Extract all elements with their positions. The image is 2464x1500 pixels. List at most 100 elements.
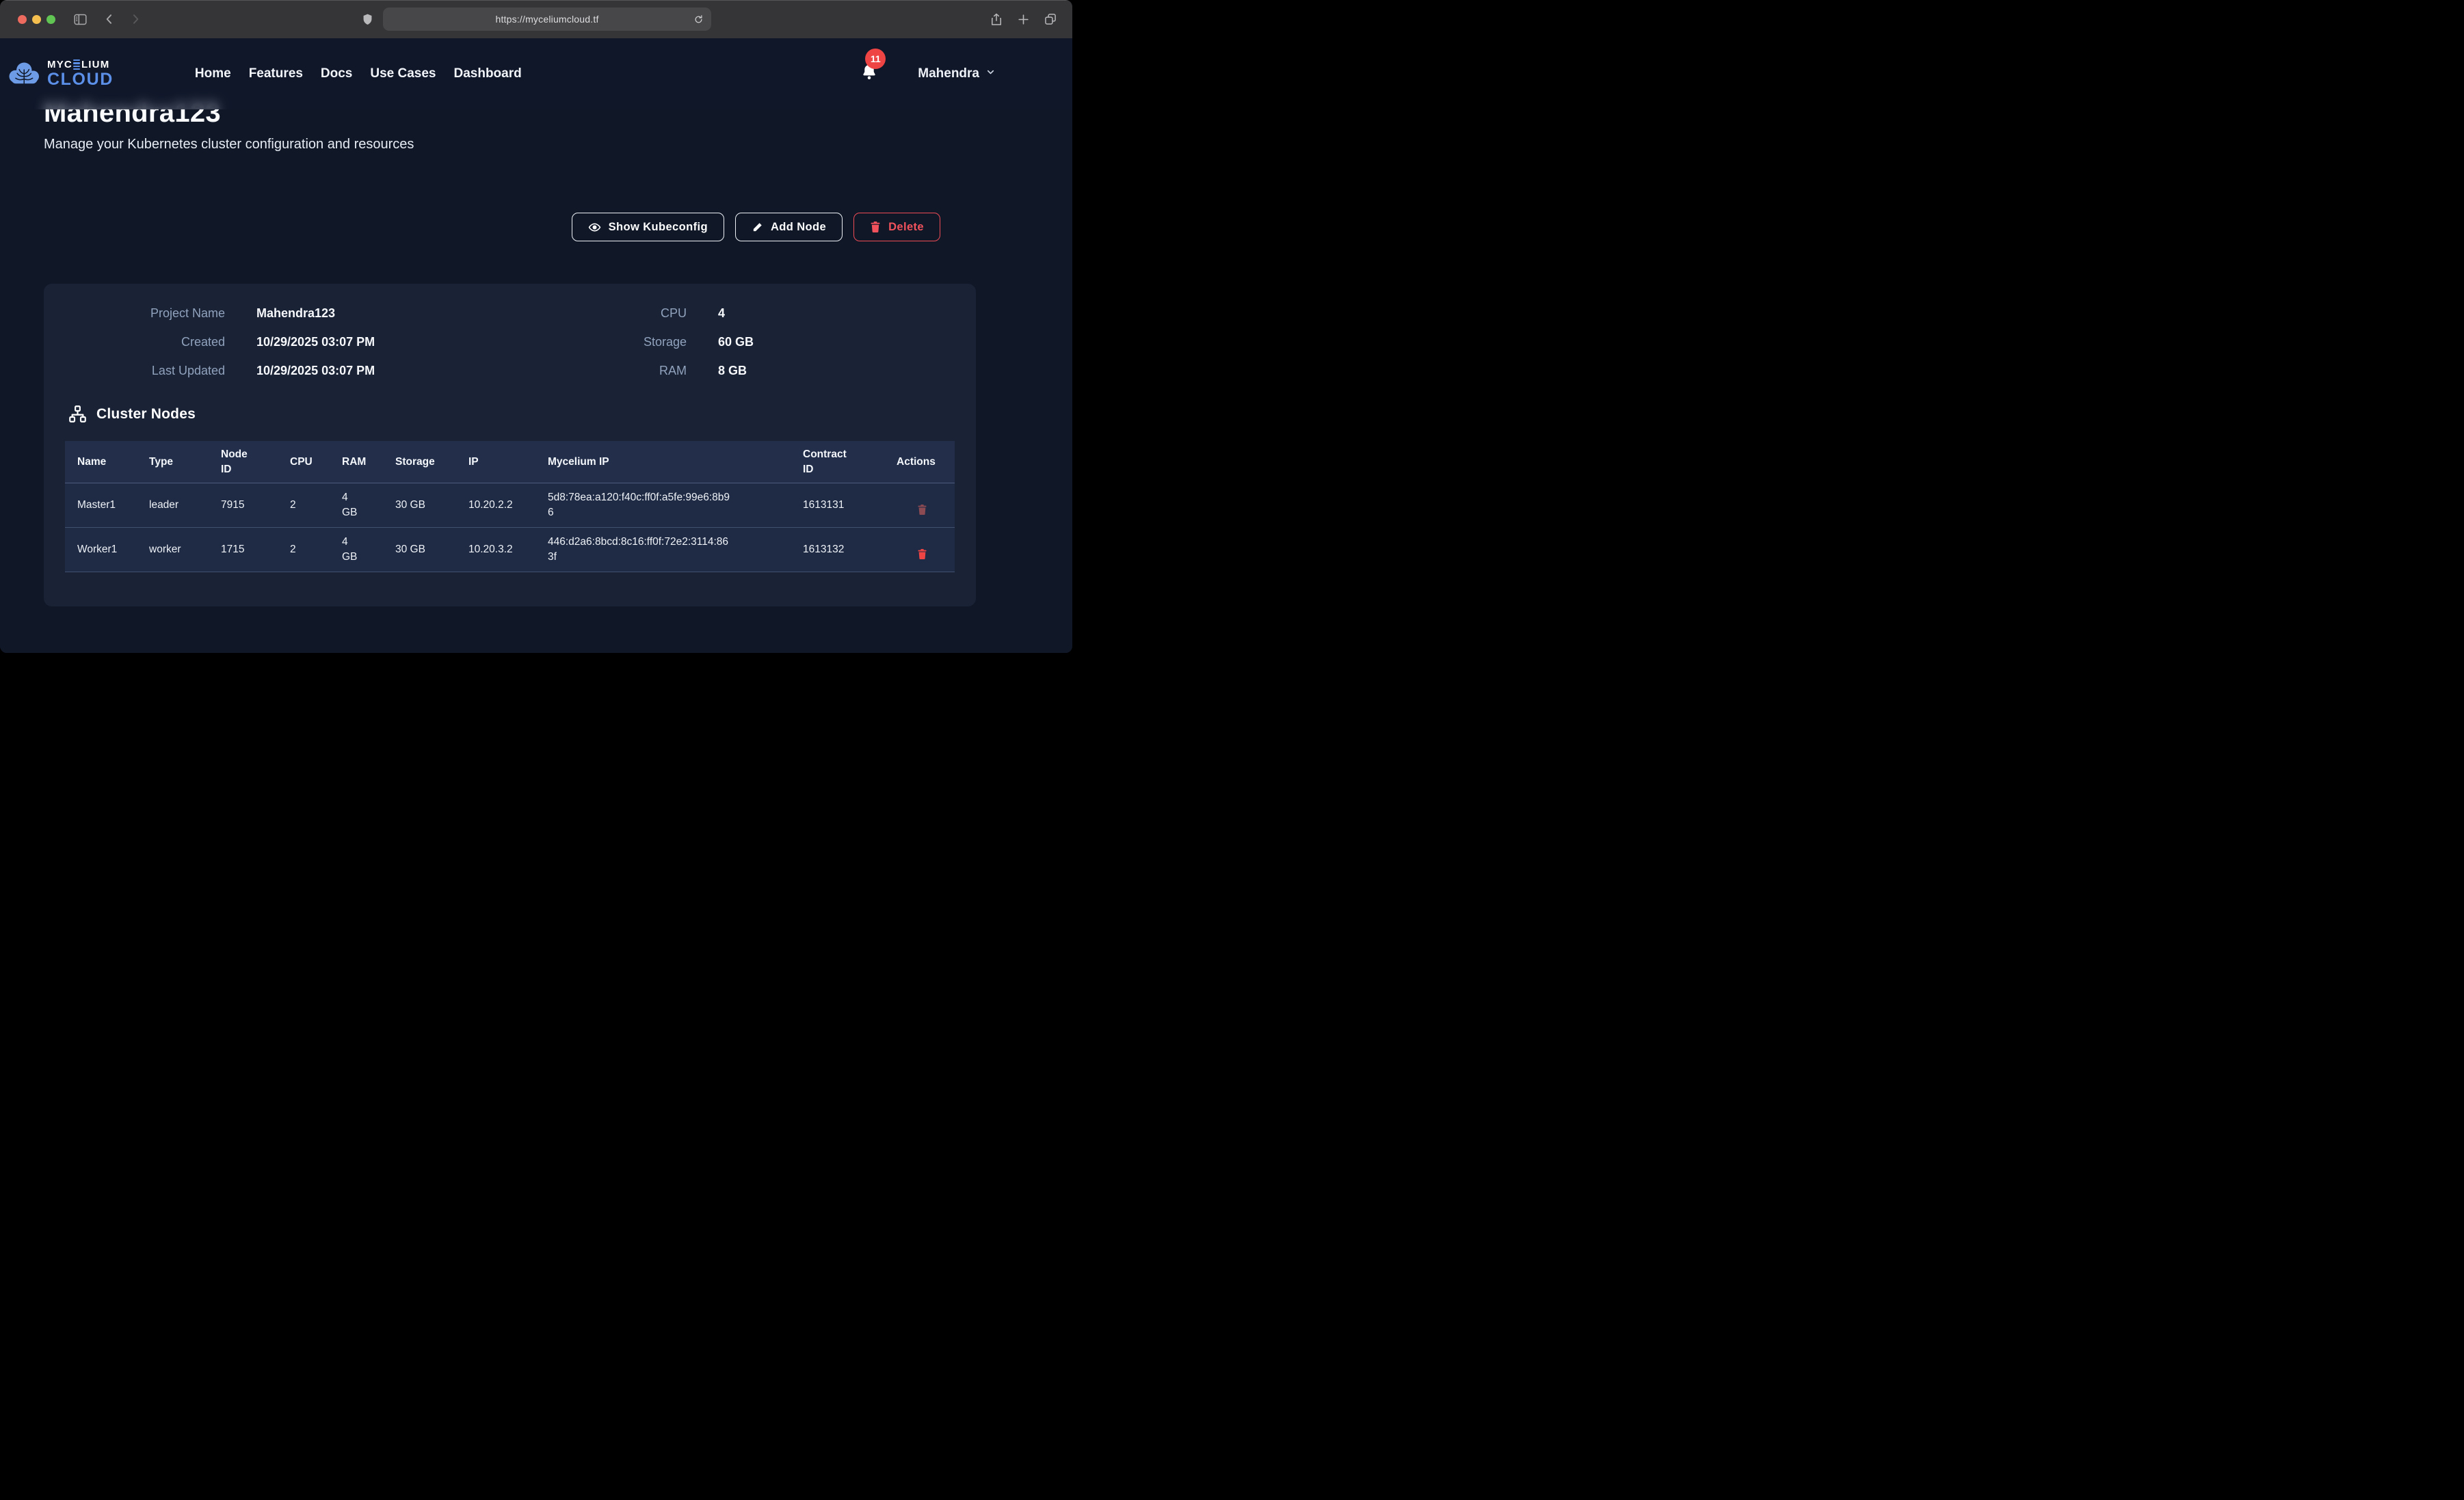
reload-icon[interactable] bbox=[693, 14, 704, 25]
eye-icon bbox=[588, 221, 601, 234]
zoom-window-button[interactable] bbox=[47, 15, 55, 24]
cell-ip: 10.20.3.2 bbox=[456, 528, 535, 572]
cluster-nodes-icon bbox=[68, 405, 87, 423]
last-updated-value: 10/29/2025 03:07 PM bbox=[225, 364, 516, 378]
col-actions: Actions bbox=[884, 441, 955, 483]
cpu-value: 4 bbox=[687, 306, 976, 321]
cell-mycelium-ip: 5d8:78ea:a120:f40c:ff0f:a5fe:99e6:8b9 6 bbox=[535, 483, 791, 527]
cell-contract-id: 1613131 bbox=[791, 483, 884, 527]
delete-label: Delete bbox=[888, 221, 924, 234]
brand-cloud: CLOUD bbox=[47, 71, 114, 88]
cluster-nodes-title: Cluster Nodes bbox=[96, 406, 196, 423]
nav-link-use-cases[interactable]: Use Cases bbox=[370, 66, 436, 81]
col-node-id: Node ID bbox=[209, 441, 278, 483]
storage-value: 60 GB bbox=[687, 335, 976, 349]
trash-icon bbox=[870, 221, 881, 233]
project-name-label: Project Name bbox=[44, 306, 225, 321]
storage-label: Storage bbox=[516, 335, 687, 349]
show-kubeconfig-label: Show Kubeconfig bbox=[609, 221, 708, 234]
last-updated-label: Last Updated bbox=[44, 364, 225, 378]
ram-label: RAM bbox=[516, 364, 687, 378]
chevron-down-icon bbox=[985, 66, 996, 81]
cell-storage: 30 GB bbox=[383, 483, 456, 527]
nav-link-docs[interactable]: Docs bbox=[321, 66, 352, 81]
cpu-label: CPU bbox=[516, 306, 687, 321]
tab-overview-icon[interactable] bbox=[1044, 12, 1057, 27]
brand-lium: LIUM bbox=[81, 59, 109, 70]
cell-name: Worker1 bbox=[65, 528, 137, 572]
notifications-button[interactable]: 11 bbox=[860, 63, 878, 85]
cell-mycelium-ip: 446:d2a6:8bcd:8c16:ff0f:72e2:3114:86 3f bbox=[535, 528, 791, 572]
page-viewport: Mahendra123 Manage your Kubernetes clust… bbox=[0, 38, 1072, 653]
cell-node-id: 1715 bbox=[209, 528, 278, 572]
cluster-actions: Show Kubeconfig Add Node Delete bbox=[0, 213, 940, 241]
cell-contract-id: 1613132 bbox=[791, 528, 884, 572]
user-menu[interactable]: Mahendra bbox=[918, 66, 996, 81]
project-name-value: Mahendra123 bbox=[225, 306, 516, 321]
cell-type: worker bbox=[137, 528, 209, 572]
privacy-shield-icon[interactable] bbox=[361, 12, 374, 27]
table-row: Worker1 worker 1715 2 4 GB 30 GB 10.20.3… bbox=[65, 528, 955, 572]
sidebar-toggle-icon[interactable] bbox=[73, 12, 88, 27]
browser-window: https://myceliumcloud.tf Mahendra123 Man… bbox=[0, 0, 1072, 653]
trash-icon bbox=[917, 494, 927, 518]
window-controls[interactable] bbox=[18, 15, 55, 24]
browser-chrome: https://myceliumcloud.tf bbox=[0, 0, 1072, 38]
cell-ram: 4 GB bbox=[330, 528, 383, 572]
page-subtitle: Manage your Kubernetes cluster configura… bbox=[44, 137, 1072, 152]
add-node-label: Add Node bbox=[771, 221, 826, 234]
bell-icon bbox=[860, 72, 878, 84]
brand-e-bars-icon bbox=[73, 59, 80, 70]
ram-value: 8 GB bbox=[687, 364, 976, 378]
trash-icon bbox=[917, 538, 927, 562]
nav-link-dashboard[interactable]: Dashboard bbox=[453, 66, 521, 81]
user-name: Mahendra bbox=[918, 66, 979, 81]
created-value: 10/29/2025 03:07 PM bbox=[225, 335, 516, 349]
col-ip: IP bbox=[456, 441, 535, 483]
cluster-overview-card: Project Name Mahendra123 CPU 4 Created 1… bbox=[44, 284, 976, 606]
delete-node-button[interactable] bbox=[916, 537, 929, 563]
close-window-button[interactable] bbox=[18, 15, 27, 24]
cluster-nodes-header: Cluster Nodes bbox=[68, 405, 976, 423]
brand-myc: MYC bbox=[47, 59, 72, 70]
top-navbar: Mahendra123 bbox=[0, 38, 1072, 109]
col-mycelium-ip: Mycelium IP bbox=[535, 441, 791, 483]
add-node-button[interactable]: Add Node bbox=[735, 213, 843, 241]
brand-text: MYC LIUM CLOUD bbox=[47, 59, 114, 89]
pencil-icon bbox=[752, 222, 763, 233]
blurred-title-reflection: Mahendra123 bbox=[44, 99, 219, 109]
cell-ram: 4 GB bbox=[330, 483, 383, 527]
col-contract-id: Contract ID bbox=[791, 441, 884, 483]
cell-node-id: 7915 bbox=[209, 483, 278, 527]
address-bar[interactable]: https://myceliumcloud.tf bbox=[383, 8, 711, 31]
share-icon[interactable] bbox=[990, 12, 1003, 27]
delete-node-button[interactable] bbox=[916, 492, 929, 519]
new-tab-icon[interactable] bbox=[1017, 12, 1030, 27]
nav-link-home[interactable]: Home bbox=[195, 66, 231, 81]
cluster-nodes-table: Name Type Node ID CPU RAM Storage IP Myc… bbox=[65, 441, 955, 572]
cell-storage: 30 GB bbox=[383, 528, 456, 572]
show-kubeconfig-button[interactable]: Show Kubeconfig bbox=[572, 213, 724, 241]
cell-cpu: 2 bbox=[278, 528, 330, 572]
col-cpu: CPU bbox=[278, 441, 330, 483]
brand-logo[interactable]: MYC LIUM CLOUD bbox=[8, 59, 114, 89]
col-storage: Storage bbox=[383, 441, 456, 483]
cell-name: Master1 bbox=[65, 483, 137, 527]
table-row: Master1 leader 7915 2 4 GB 30 GB 10.20.2… bbox=[65, 483, 955, 528]
url-text: https://myceliumcloud.tf bbox=[495, 14, 598, 25]
col-ram: RAM bbox=[330, 441, 383, 483]
delete-cluster-button[interactable]: Delete bbox=[853, 213, 940, 241]
col-name: Name bbox=[65, 441, 137, 483]
table-header-row: Name Type Node ID CPU RAM Storage IP Myc… bbox=[65, 441, 955, 483]
col-type: Type bbox=[137, 441, 209, 483]
minimize-window-button[interactable] bbox=[32, 15, 41, 24]
back-icon[interactable] bbox=[103, 12, 116, 26]
cell-ip: 10.20.2.2 bbox=[456, 483, 535, 527]
nav-link-features[interactable]: Features bbox=[249, 66, 303, 81]
forward-icon bbox=[129, 12, 142, 26]
cluster-info-grid: Project Name Mahendra123 CPU 4 Created 1… bbox=[44, 284, 976, 378]
nav-links: Home Features Docs Use Cases Dashboard bbox=[195, 66, 522, 81]
notification-badge: 11 bbox=[865, 49, 886, 69]
created-label: Created bbox=[44, 335, 225, 349]
cell-cpu: 2 bbox=[278, 483, 330, 527]
